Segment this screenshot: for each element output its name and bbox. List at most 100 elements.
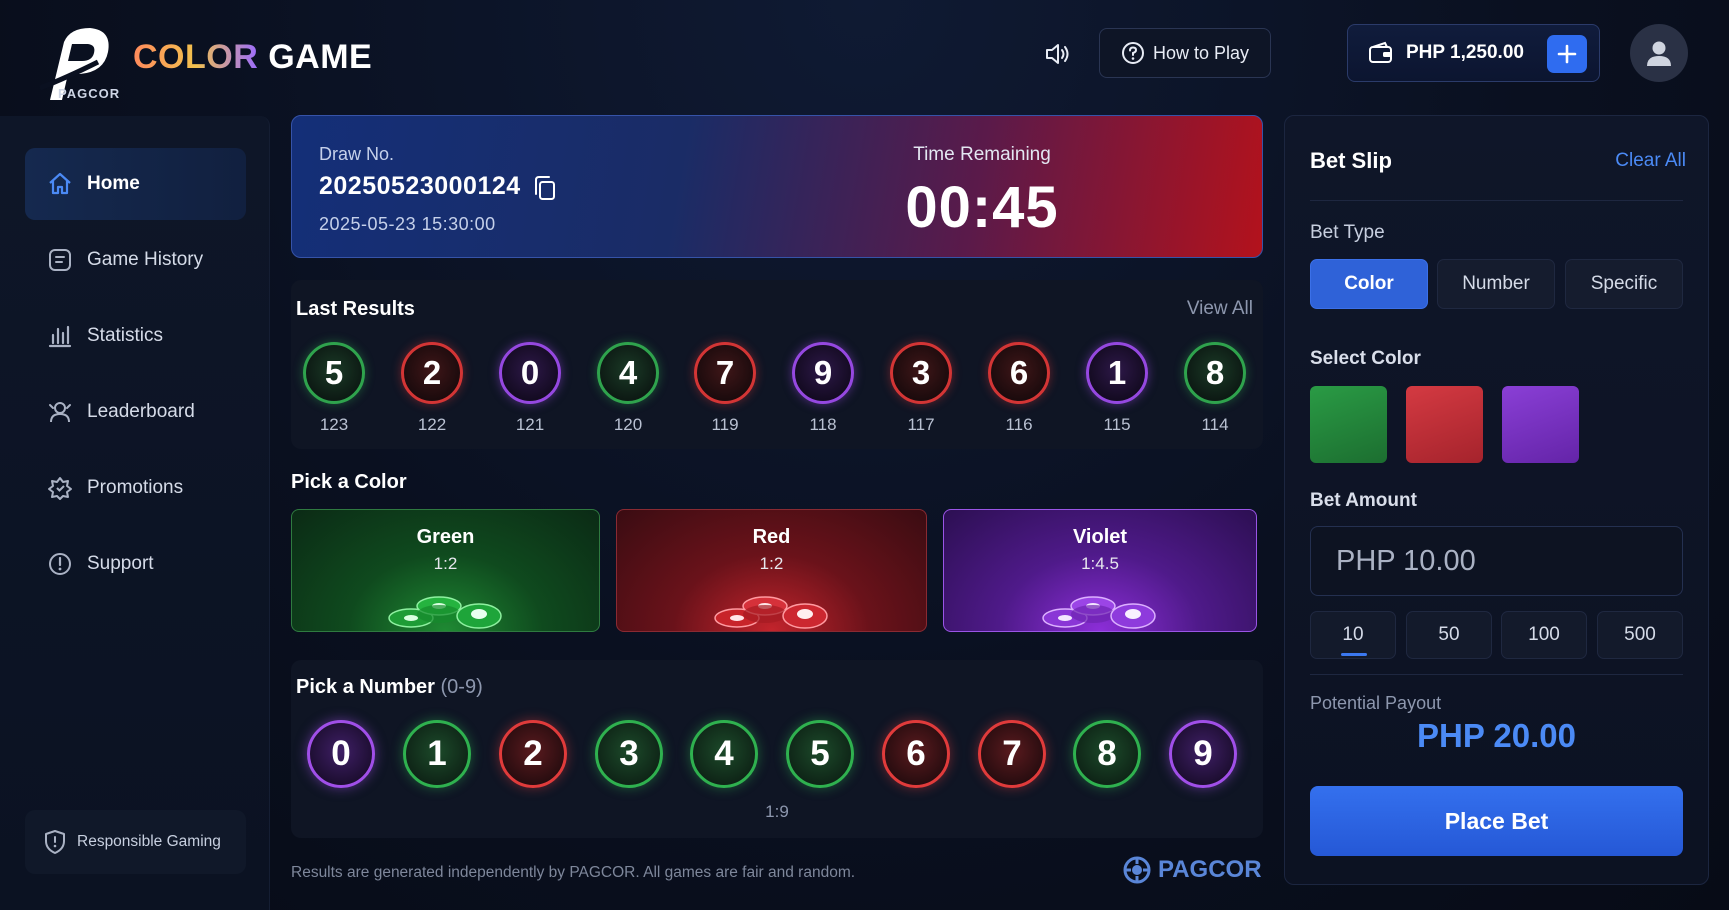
color-option-name: Violet: [1072, 526, 1128, 548]
sidebar-item-home[interactable]: Home: [25, 148, 246, 220]
how-to-play-label: How to Play: [1152, 42, 1250, 63]
sidebar-item-label: Statistics: [87, 325, 164, 346]
color-option-odds: 1:4.5: [1081, 554, 1119, 573]
add-funds-button[interactable]: [1547, 35, 1587, 73]
result-ball: 3: [890, 342, 952, 404]
color-option-red[interactable]: Red 1:2: [616, 509, 927, 632]
number-option-1[interactable]: 1: [403, 720, 471, 788]
sidebar-item-support[interactable]: Support: [25, 528, 246, 600]
bet-amount-input[interactable]: [1310, 526, 1683, 596]
result-draw-number: 115: [1103, 415, 1131, 434]
responsible-gaming-label: Responsible Gaming: [77, 833, 221, 850]
place-bet-button[interactable]: Place Bet: [1310, 786, 1683, 856]
brand-title: COLOR GAME: [133, 38, 372, 77]
sidebar-item-leaderboard[interactable]: Leaderboard: [25, 376, 246, 448]
user-icon: [1647, 41, 1671, 66]
potential-payout-label: Potential Payout: [1310, 693, 1442, 713]
swatch-violet[interactable]: [1502, 386, 1579, 463]
logo-subtitle: PAGCOR: [58, 86, 121, 101]
quick-amount-100[interactable]: 100: [1501, 611, 1587, 659]
pick-number-title-text: Pick a Number: [296, 676, 435, 698]
number-option-0[interactable]: 0: [307, 720, 375, 788]
sidebar-item-promotions[interactable]: Promotions: [25, 452, 246, 524]
draw-datetime: 2025-05-23 15:30:00: [319, 214, 496, 234]
question-icon: [1121, 42, 1144, 64]
wallet-balance: PHP 1,250.00: [1347, 24, 1600, 82]
number-option-2[interactable]: 2: [499, 720, 567, 788]
history-icon: [47, 247, 73, 273]
how-to-play-button[interactable]: How to Play: [1099, 28, 1271, 78]
sidebar-item-label: Game History: [87, 249, 204, 270]
red-chips-icon: [713, 596, 828, 629]
bet-amount-label: Bet Amount: [1310, 490, 1417, 511]
color-option-green[interactable]: Green 1:2: [291, 509, 600, 632]
pick-number-panel: Pick a Number (0-9) 0 1 2 3 4 5 6 7 8 9 …: [291, 660, 1263, 838]
quick-amount-50[interactable]: 50: [1406, 611, 1492, 659]
support-icon: [47, 551, 73, 577]
promotions-icon: [47, 475, 73, 501]
sidebar: Home Game History Statistics Leaderboard…: [0, 116, 270, 910]
footer-logo-text: PAGCOR: [1158, 856, 1262, 883]
bet-type-color[interactable]: Color: [1310, 259, 1428, 309]
result-ball: 2: [401, 342, 463, 404]
select-color-label: Select Color: [1310, 348, 1421, 369]
result-ball: 7: [694, 342, 756, 404]
color-option-violet[interactable]: Violet 1:4.5: [943, 509, 1257, 632]
countdown-timer: 00:45: [905, 175, 1059, 240]
bet-type-specific[interactable]: Specific: [1565, 259, 1683, 309]
color-option-odds: 1:2: [433, 554, 458, 573]
result-ball: 1: [1086, 342, 1148, 404]
result-ball: 5: [303, 342, 365, 404]
result-ball: 6: [988, 342, 1050, 404]
potential-payout-value: PHP 20.00: [1416, 717, 1576, 754]
wallet-icon: [1369, 41, 1392, 63]
sidebar-item-game-history[interactable]: Game History: [25, 224, 246, 296]
view-all-link[interactable]: View All: [1187, 298, 1253, 320]
color-option-name: Red: [752, 526, 791, 548]
result-draw-number: 122: [417, 415, 447, 434]
responsible-gaming-link[interactable]: Responsible Gaming: [25, 810, 246, 874]
result-draw-number: 118: [809, 415, 837, 434]
sound-toggle-button[interactable]: [1040, 36, 1076, 72]
swatch-red[interactable]: [1406, 386, 1483, 463]
pick-number-title: Pick a Number (0-9): [296, 676, 483, 699]
number-option-5[interactable]: 5: [786, 720, 854, 788]
quick-amount-10[interactable]: 10: [1310, 611, 1396, 659]
bet-type-number[interactable]: Number: [1437, 259, 1555, 309]
number-odds: 1:9: [765, 802, 789, 821]
number-option-8[interactable]: 8: [1073, 720, 1141, 788]
brand-part-color: COLOR: [133, 38, 259, 76]
draw-number-label: Draw No.: [319, 144, 395, 164]
color-option-odds: 1:2: [759, 554, 784, 573]
divider: [1310, 674, 1683, 675]
leaderboard-icon: [47, 399, 73, 425]
number-option-9[interactable]: 9: [1169, 720, 1237, 788]
quick-amount-500[interactable]: 500: [1597, 611, 1683, 659]
shield-icon: [45, 830, 65, 854]
home-icon: [47, 171, 73, 197]
clear-all-button[interactable]: Clear All: [1615, 150, 1686, 172]
brand-part-game: GAME: [268, 38, 373, 76]
copy-icon[interactable]: [532, 174, 558, 202]
statistics-icon: [47, 323, 73, 349]
result-draw-number: 120: [613, 415, 643, 434]
divider: [1310, 200, 1683, 201]
result-draw-number: 121: [515, 415, 545, 434]
bet-type-label: Bet Type: [1310, 222, 1385, 243]
sidebar-item-label: Promotions: [87, 477, 184, 498]
pick-color-title: Pick a Color: [291, 471, 407, 493]
last-results-panel: Last Results View All 5 123 2 122 0 121 …: [291, 280, 1263, 449]
sidebar-item-statistics[interactable]: Statistics: [25, 300, 246, 372]
color-option-name: Green: [416, 526, 475, 548]
result-ball: 9: [792, 342, 854, 404]
number-option-4[interactable]: 4: [690, 720, 758, 788]
swatch-green[interactable]: [1310, 386, 1387, 463]
number-option-6[interactable]: 6: [882, 720, 950, 788]
user-avatar[interactable]: [1630, 24, 1688, 82]
number-option-7[interactable]: 7: [978, 720, 1046, 788]
number-option-3[interactable]: 3: [595, 720, 663, 788]
sidebar-item-label: Leaderboard: [87, 401, 195, 422]
time-remaining-label: Time Remaining: [913, 144, 1051, 165]
plus-icon: [1557, 44, 1577, 64]
bet-slip-title: Bet Slip: [1310, 148, 1392, 173]
